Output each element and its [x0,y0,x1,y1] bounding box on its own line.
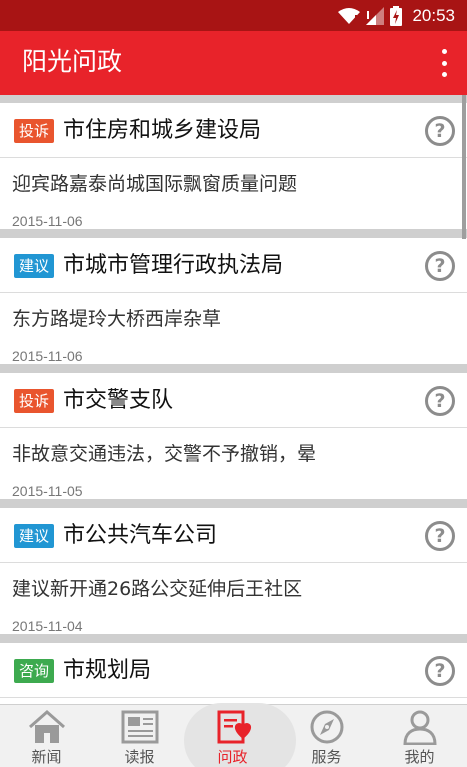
department-name: 市交警支队 [63,388,174,413]
inquiry-date: 2015-11-06 [12,213,83,229]
tab-label: 读报 [124,748,155,766]
list-item-header: 建议 市公共汽车公司 ? [0,508,467,563]
list-item[interactable]: 投诉 市交警支队 ? 非故意交通违法，交警不予撤销，晕 2015-11-05 [0,373,467,499]
signal-icon [366,7,385,25]
tab-label: 服务 [311,748,342,766]
question-icon[interactable]: ? [425,386,455,416]
heart-document-icon [217,710,252,744]
inquiry-date: 2015-11-06 [12,348,83,364]
tab-news[interactable]: 新闻 [0,705,93,767]
category-badge: 建议 [14,254,55,278]
status-icons: 20:53 [338,4,455,28]
list-item[interactable]: 建议 市公共汽车公司 ? 建议新开通26路公交延伸后王社区 2015-11-04 [0,508,467,634]
tab-services[interactable]: 服务 [280,705,373,767]
category-badge: 投诉 [14,119,55,143]
menu-dot-icon [441,49,447,54]
menu-dot-icon [441,72,447,77]
clock-time: 20:53 [412,6,455,25]
app-bar: 阳光问政 [0,31,467,95]
wifi-icon [338,8,361,24]
list-item-header: 投诉 市住房和城乡建设局 ? [0,103,467,158]
list-item[interactable]: 建议 市城市管理行政执法局 ? 东方路堤玲大桥西岸杂草 2015-11-06 [0,238,467,364]
inquiry-summary: 东方路堤玲大桥西岸杂草 [12,308,222,330]
overflow-menu-button[interactable] [437,49,451,77]
question-icon[interactable]: ? [425,656,455,686]
question-icon[interactable]: ? [425,116,455,146]
person-icon [403,710,437,745]
inquiry-summary: 迎宾路嘉泰尚城国际飘窗质量问题 [12,173,298,195]
list-item-header: 投诉 市交警支队 ? [0,373,467,428]
inquiry-date: 2015-11-05 [12,483,83,499]
category-badge: 投诉 [14,389,55,413]
question-icon[interactable]: ? [425,251,455,281]
house-icon [29,709,65,743]
scrollbar[interactable] [462,95,466,239]
tab-newspaper[interactable]: 读报 [93,705,186,767]
list-item[interactable]: 咨询 市规划局 ? [0,643,467,704]
tab-label: 新闻 [31,748,62,766]
newspaper-icon [121,710,159,744]
tab-mine[interactable]: 我的 [373,705,466,767]
list-item-header: 建议 市城市管理行政执法局 ? [0,238,467,293]
tab-inquiry[interactable]: 问政 [184,703,296,767]
compass-icon [310,710,344,744]
department-name: 市规划局 [63,658,152,683]
tab-label: 我的 [404,748,435,766]
department-name: 市住房和城乡建设局 [63,118,262,143]
app-title: 阳光问政 [22,47,123,76]
inquiry-summary: 非故意交通违法，交警不予撤销，晕 [12,443,317,465]
department-name: 市城市管理行政执法局 [63,253,284,278]
category-badge: 建议 [14,524,55,548]
tab-label: 问政 [217,748,248,766]
department-name: 市公共汽车公司 [63,523,218,548]
list-item[interactable]: 投诉 市住房和城乡建设局 ? 迎宾路嘉泰尚城国际飘窗质量问题 2015-11-0… [0,103,467,229]
inquiry-list[interactable]: 投诉 市住房和城乡建设局 ? 迎宾路嘉泰尚城国际飘窗质量问题 2015-11-0… [0,95,467,704]
inquiry-date: 2015-11-04 [12,618,83,634]
question-icon[interactable]: ? [425,521,455,551]
inquiry-summary: 建议新开通26路公交延伸后王社区 [12,578,303,600]
category-badge: 咨询 [14,659,55,683]
menu-dot-icon [441,60,447,66]
bottom-tab-bar: 新闻 读报 问政 服务 我的 [0,703,467,767]
battery-charging-icon [390,6,403,26]
status-bar: 20:53 [0,0,467,31]
list-item-header: 咨询 市规划局 ? [0,643,467,698]
